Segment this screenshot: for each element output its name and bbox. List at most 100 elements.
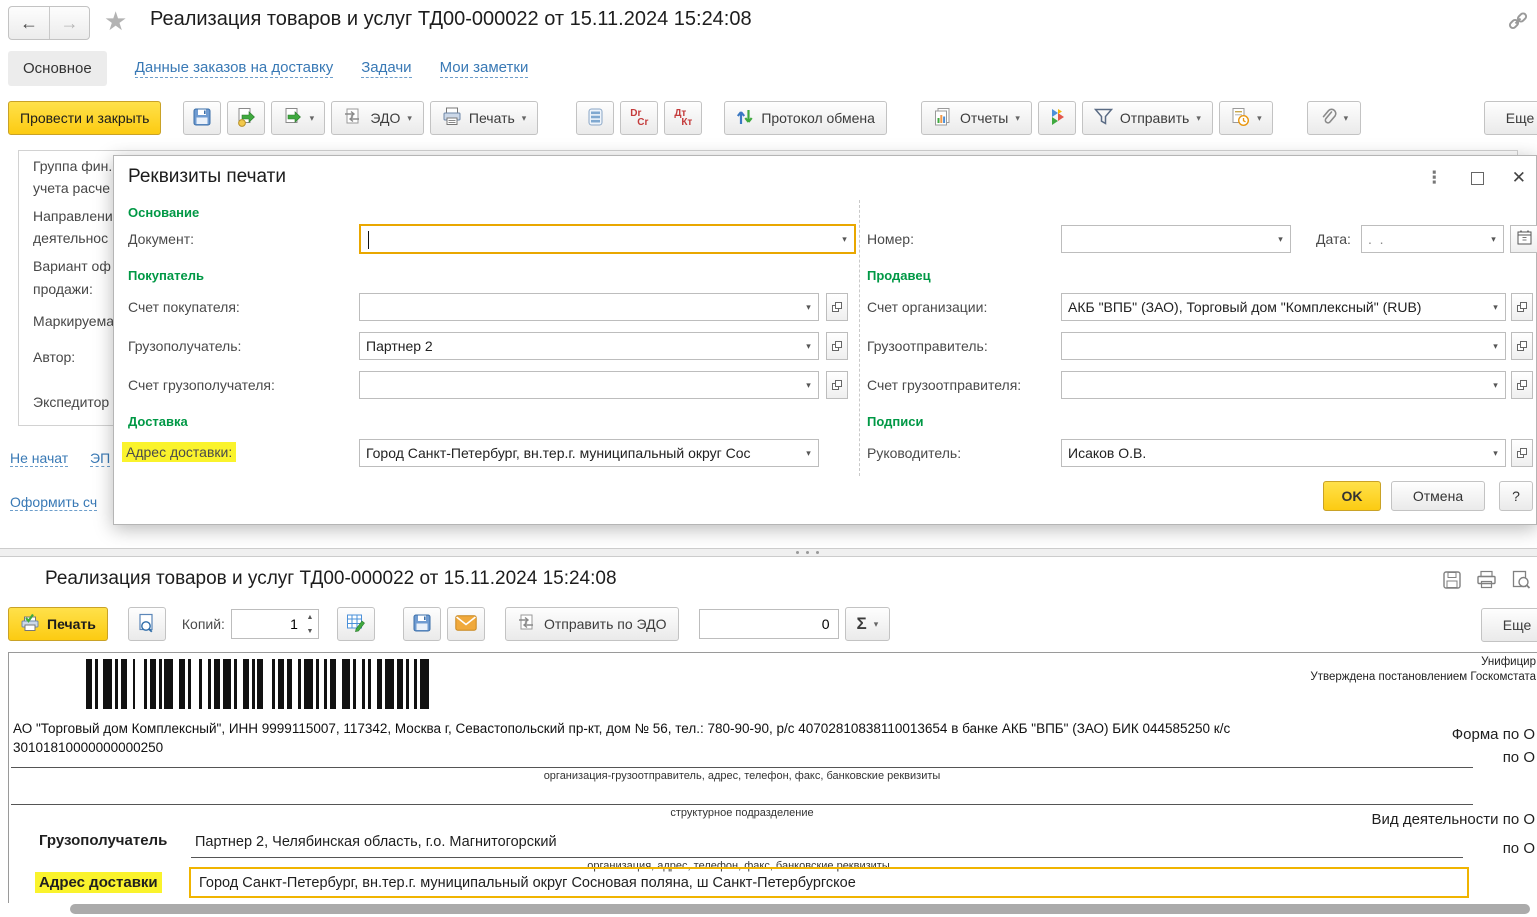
delivery-address-input[interactable]	[360, 440, 799, 466]
send-edo-button[interactable]: Отправить по ЭДО	[505, 607, 679, 641]
preview-mode-button[interactable]	[128, 607, 166, 641]
number-input[interactable]	[1062, 226, 1271, 252]
preview-print-button[interactable]: Печать	[8, 607, 108, 641]
tab-tasks[interactable]: Задачи	[361, 59, 411, 78]
chevron-down-icon[interactable]: ▾	[1486, 372, 1505, 398]
consignee-account-label: Счет грузополучателя:	[128, 377, 275, 393]
consignee-field[interactable]: ▾	[359, 332, 819, 360]
chevron-down-icon[interactable]: ▾	[835, 226, 854, 252]
chevron-down-icon[interactable]: ▾	[799, 440, 818, 466]
chevron-down-icon[interactable]: ▾	[799, 333, 818, 359]
save-mini-button[interactable]	[1442, 570, 1462, 593]
preview-mini-button[interactable]	[1511, 570, 1531, 593]
post-menu-button[interactable]: ▾	[271, 101, 325, 135]
shipper-field[interactable]: ▾	[1061, 332, 1506, 360]
buyer-account-open-button[interactable]	[826, 293, 848, 321]
link-not-started[interactable]: Не начат	[10, 450, 68, 467]
okud-codes: Форма по О по О	[1452, 723, 1535, 769]
consignee-account-input[interactable]	[360, 372, 799, 398]
kebab-menu-icon[interactable]: ⋮	[1426, 168, 1443, 188]
email-button[interactable]	[447, 607, 485, 641]
main-toolbar: Провести и закрыть ▾ ЭДО▾ Печать▾ DrCr Д…	[8, 100, 1361, 136]
total-field[interactable]	[699, 609, 839, 639]
tab-delivery-orders[interactable]: Данные заказов на доставку	[135, 59, 333, 78]
consignee-account-open-button[interactable]	[826, 371, 848, 399]
get-link-icon[interactable]	[1507, 10, 1529, 35]
save-button[interactable]	[183, 101, 221, 135]
deferred-document-button[interactable]: ▾	[1219, 101, 1273, 135]
document-input[interactable]	[361, 226, 835, 252]
pane-splitter[interactable]	[0, 548, 1537, 557]
table-pencil-icon	[346, 613, 366, 636]
struct-caption: структурное подразделение	[11, 807, 1473, 819]
chevron-down-icon[interactable]: ▾	[1486, 333, 1505, 359]
tab-main[interactable]: Основное	[8, 51, 107, 86]
reports-button[interactable]: Отчеты▾	[921, 101, 1032, 135]
total-input[interactable]	[700, 616, 838, 632]
copies-input[interactable]	[232, 610, 302, 638]
close-icon[interactable]: ✕	[1512, 168, 1526, 188]
buyer-account-input[interactable]	[360, 294, 799, 320]
org-account-field[interactable]: ▾	[1061, 293, 1506, 321]
cancel-button[interactable]: Отмена	[1391, 481, 1485, 511]
bi-analysis-button[interactable]	[1038, 101, 1076, 135]
chevron-down-icon[interactable]: ▾	[1484, 226, 1503, 252]
calendar-button[interactable]	[1510, 225, 1537, 253]
document-field[interactable]: ▾	[359, 224, 856, 254]
chevron-down-icon[interactable]: ▾	[1486, 294, 1505, 320]
favorite-star-icon[interactable]: ★	[104, 6, 127, 37]
date-field[interactable]: ▾	[1361, 225, 1504, 253]
chevron-down-icon[interactable]: ▾	[1271, 226, 1290, 252]
consignee-open-button[interactable]	[826, 332, 848, 360]
buyer-account-field[interactable]: ▾	[359, 293, 819, 321]
help-button[interactable]: ?	[1499, 481, 1533, 511]
tab-my-notes[interactable]: Мои заметки	[440, 59, 529, 78]
manager-open-button[interactable]	[1511, 439, 1533, 467]
print-mini-button[interactable]	[1476, 570, 1497, 593]
delivery-address-field[interactable]: ▾	[359, 439, 819, 467]
consignee-input[interactable]	[360, 333, 799, 359]
post-document-button[interactable]	[227, 101, 265, 135]
print-button[interactable]: Печать▾	[430, 101, 538, 135]
more-button-bottom[interactable]: Еще	[1481, 608, 1537, 642]
dt-kt-button[interactable]: ДтКт	[664, 101, 702, 135]
spin-up-icon[interactable]: ▲	[302, 610, 318, 624]
shipper-account-field[interactable]: ▾	[1061, 371, 1506, 399]
maximize-icon[interactable]	[1471, 172, 1484, 185]
org-account-open-button[interactable]	[1511, 293, 1533, 321]
horizontal-scrollbar[interactable]	[70, 904, 1530, 914]
ok-button[interactable]: OK	[1323, 481, 1381, 511]
consignee-account-field[interactable]: ▾	[359, 371, 819, 399]
back-button[interactable]: ←	[9, 7, 49, 39]
edit-table-button[interactable]	[337, 607, 375, 641]
shipper-account-input[interactable]	[1062, 372, 1486, 398]
post-and-close-button[interactable]: Провести и закрыть	[8, 101, 161, 135]
print-delivery-box[interactable]: Город Санкт-Петербург, вн.тер.г. муницип…	[189, 867, 1469, 898]
attachments-button[interactable]: ▾	[1307, 101, 1361, 135]
date-input[interactable]	[1362, 226, 1484, 252]
spinner-arrows[interactable]: ▲▼	[302, 610, 318, 638]
exchange-protocol-button[interactable]: Протокол обмена	[724, 101, 887, 135]
copies-spinner[interactable]: ▲▼	[231, 609, 319, 639]
org-account-input[interactable]	[1062, 294, 1486, 320]
manager-field[interactable]: ▾	[1061, 439, 1506, 467]
chevron-down-icon[interactable]: ▾	[1486, 440, 1505, 466]
number-field[interactable]: ▾	[1061, 225, 1291, 253]
sum-button[interactable]: Σ▾	[845, 607, 891, 641]
register-records-button[interactable]	[576, 101, 614, 135]
shipper-open-button[interactable]	[1511, 332, 1533, 360]
edo-button[interactable]: ЭДО▾	[331, 101, 424, 135]
forward-button[interactable]: →	[49, 7, 89, 39]
chevron-down-icon[interactable]: ▾	[799, 372, 818, 398]
spin-down-icon[interactable]: ▼	[302, 624, 318, 638]
manager-input[interactable]	[1062, 440, 1486, 466]
dr-cr-button[interactable]: DrCr	[620, 101, 658, 135]
more-button-top[interactable]: Еще	[1484, 101, 1537, 135]
shipper-input[interactable]	[1062, 333, 1486, 359]
chevron-down-icon[interactable]: ▾	[799, 294, 818, 320]
link-create-invoice[interactable]: Оформить сч	[10, 494, 97, 511]
link-ep[interactable]: ЭП	[90, 450, 110, 467]
shipper-account-open-button[interactable]	[1511, 371, 1533, 399]
send-button[interactable]: Отправить▾	[1082, 101, 1213, 135]
preview-save-button[interactable]	[403, 607, 441, 641]
